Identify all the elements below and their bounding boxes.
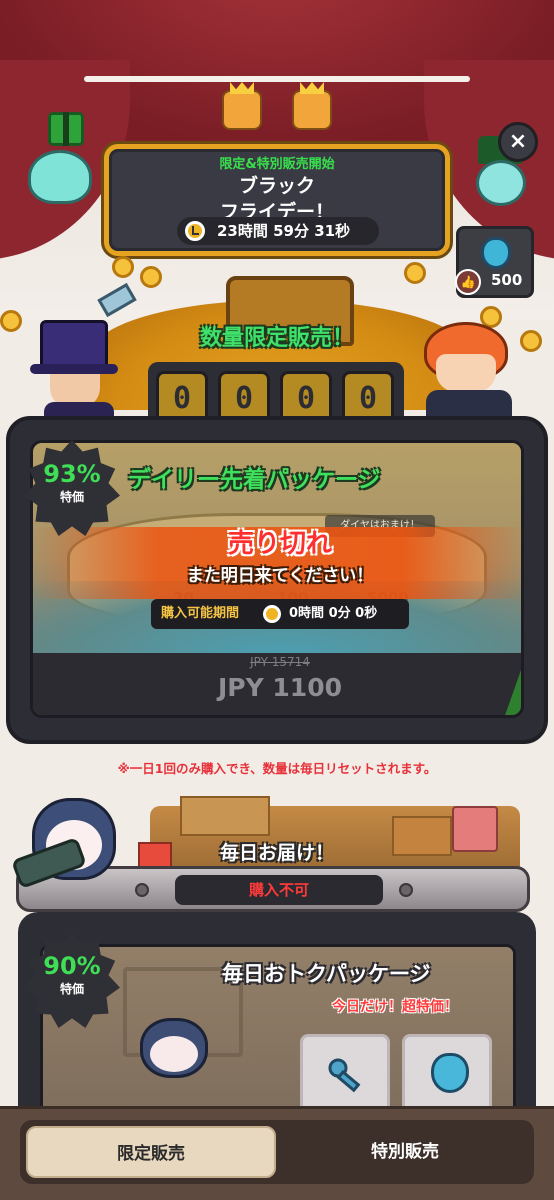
cat-mascot [10,798,124,898]
close-button[interactable]: × [498,122,538,162]
cat-character [136,1018,216,1108]
gift-icon [48,112,84,146]
bolt-icon [135,883,149,897]
purchase-period-bar: 購入可能期間 0時間 0分 0秒 [151,599,409,629]
coin-icon [140,266,162,288]
king-mascot-left [222,90,262,130]
discount-label: 特価 [59,490,84,504]
coin-icon [112,256,134,278]
bolt-icon [399,883,413,897]
value-package-title: 毎日おトクパッケージ [222,962,431,986]
event-sign: 限定&特別販売開始 ブラック フライデー！ 23時間 59分 31秒 [104,144,450,256]
discount-label: 特価 [59,982,84,996]
purchase-period-label: 購入可能期間 [161,606,240,621]
key-icon [328,1058,361,1093]
tab-special-sale[interactable]: 特別販売 [282,1126,528,1178]
price-label: JPY 1100 [217,673,342,702]
clock-icon [263,605,281,623]
daily-package-title: デイリー先着パッケージ [128,467,381,493]
curtain-rail [84,76,470,82]
slime-mascot-left [28,150,92,204]
coin-icon [404,262,426,284]
price-button[interactable]: JPY 15714 JPY 1100 [33,653,521,715]
slime-mascot-right [476,160,526,206]
event-subtitle: 限定&特別販売開始 [219,157,335,172]
tab-limited-sale[interactable]: 限定販売 [26,1126,276,1178]
event-timer: 23時間 59分 31秒 [177,217,379,245]
clock-icon [185,221,205,241]
gem-icon [431,1053,469,1093]
event-timer-text: 23時間 59分 31秒 [217,222,351,240]
gem-count: 500 [491,271,523,289]
thumbs-up-icon: 👍 [455,269,481,295]
gem-balance-box[interactable]: 👍 500 [455,226,534,298]
purchase-period-time: 0時間 0分 0秒 [289,606,378,621]
reset-notice: ※一日1回のみ購入でき、数量は毎日リセットされます。 [117,761,437,776]
gem-icon [481,237,511,269]
come-back-message: また明日来てください！ [186,566,374,586]
box-image [180,796,270,836]
sold-out-label: 売り切れ [227,529,332,559]
purchase-unavailable-button[interactable]: 購入不可 [175,875,383,905]
limited-quantity-title: 数量限定販売！ [199,326,354,351]
king-mascot-right [292,90,332,130]
value-package-subtitle: 今日だけ！超特価！ [332,999,458,1015]
original-price: JPY 15714 [250,655,310,669]
event-title-line1: ブラック [238,175,315,197]
